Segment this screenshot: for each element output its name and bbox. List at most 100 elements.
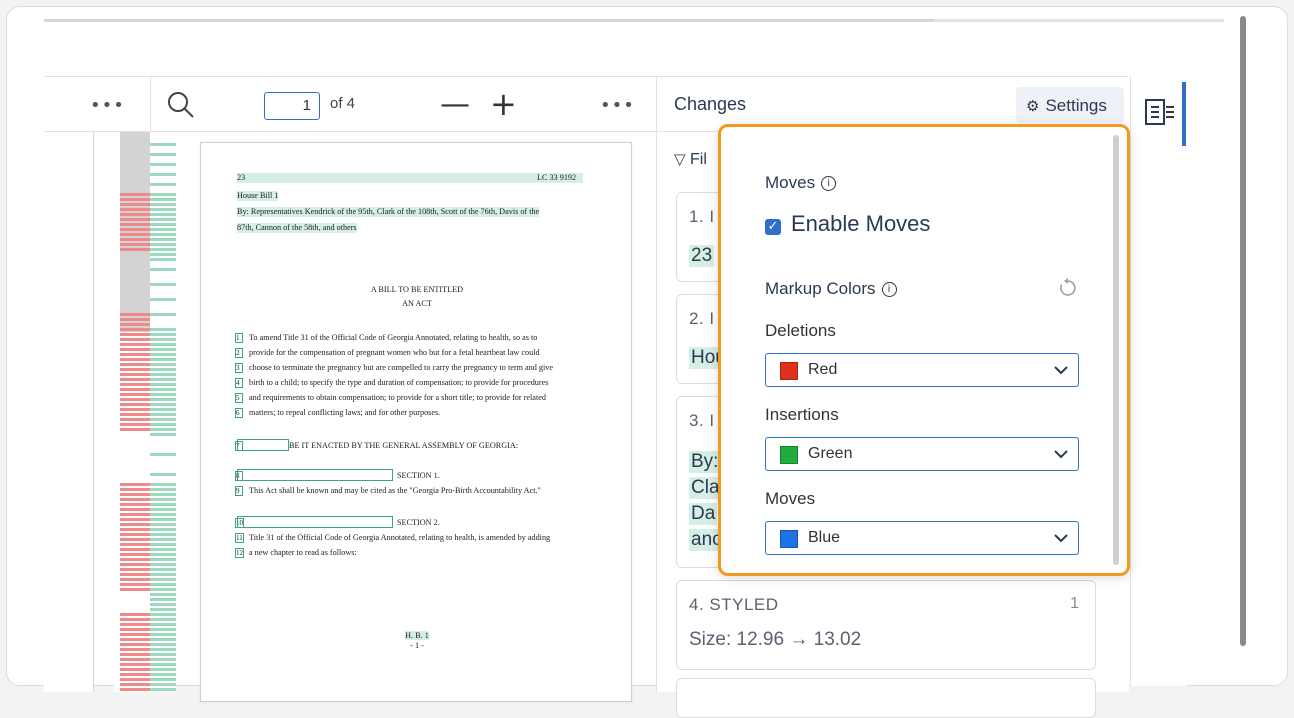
deletions-color-value: Red [808,361,838,378]
minimap-deletion-mark [120,218,150,221]
moves-heading-text: Moves [765,173,816,192]
minimap-insertion-mark [150,218,176,221]
minimap-deletion-mark [120,683,150,686]
document-page: 23 LC 33 9192 House Bill 1 By: Representati… [200,142,632,702]
document-line: choose to terminate the pregnancy but ar… [249,363,553,372]
minimap-insertion-mark [150,353,176,356]
minimap-deletion-mark [120,658,150,661]
minimap-insertion-mark [150,368,176,371]
minimap-deletion-mark [120,338,150,341]
minimap-deletion-mark [120,538,150,541]
change-list-icon[interactable] [1143,96,1177,130]
minimap-insertion-mark [150,388,176,391]
minimap-insertion-mark [150,493,176,496]
more-options-right-button[interactable]: ••• [600,95,635,116]
minimap-insertion-mark [150,398,176,401]
line-number: 1 [235,333,243,343]
search-icon[interactable] [166,90,196,120]
minimap-insertion-mark [150,608,176,611]
chevron-down-icon [1054,534,1068,543]
minimap-deletion-mark [120,618,150,621]
filter-button[interactable]: ▽ Fil [674,150,707,169]
rail-active-indicator [1182,82,1186,146]
minimap-deletion-mark [120,533,150,536]
minimap-deletion-mark [120,668,150,671]
line-number: 2 [235,348,243,358]
minimap-insertion-mark [150,573,176,576]
thumbnail-pane [44,132,94,692]
document-line: and requirements to obtain compensation;… [249,393,546,402]
minimap-deletion-mark [120,348,150,351]
minimap-insertion-mark [150,498,176,501]
change-card-body-line: Da [689,503,718,525]
insertions-color-select[interactable]: Green [765,437,1079,471]
minimap-deletion-mark [120,503,150,506]
minimap-insertion-mark [150,633,176,636]
minimap-deletion-mark [120,483,150,486]
minimap-insertion-mark [150,148,176,151]
minimap-deletion-mark [120,203,150,206]
minimap-deletion-mark [120,513,150,516]
minimap-deletion-mark [120,393,150,396]
minimap-deletion-mark [120,678,150,681]
deletions-color-select[interactable]: Red [765,353,1079,387]
enable-moves-row[interactable]: ✓ Enable Moves [765,211,930,237]
minimap-insertion-mark [150,653,176,656]
change-card-body: 23 [689,245,715,267]
minimap-insertion-mark [150,518,176,521]
minimap-insertion-mark [150,483,176,486]
minimap-insertion-mark [150,328,176,331]
minimap-deletion-mark [120,288,150,291]
minimap-deletion-mark [120,223,150,226]
more-options-left-button[interactable]: ••• [90,95,125,116]
minimap-deletion-mark [120,653,150,656]
minimap-insertion-mark [150,178,176,181]
document-line: To amend Title 31 of the Official Code o… [249,333,538,342]
document-line: A BILL TO BE ENTITLED [370,285,464,294]
document-line: House Bill 1 [237,191,279,201]
minimap-insertion-mark [150,278,176,281]
minimap-deletion-mark [120,663,150,666]
zoom-in-button[interactable]: + [490,85,517,123]
minimap-deletion-mark [120,498,150,501]
minimap-deletion-mark [120,613,150,616]
minimap-deletion-mark [120,283,150,286]
minimap-deletion-mark [120,643,150,646]
minimap-insertion-mark [150,638,176,641]
moves-color-select[interactable]: Blue [765,521,1079,555]
settings-button[interactable]: ⚙ Settings [1016,87,1124,123]
reset-colors-icon[interactable] [1057,277,1079,299]
info-icon[interactable]: i [821,176,837,191]
minimap-insertion-mark [150,208,176,211]
gear-icon: ⚙ [1026,97,1040,115]
minimap-insertion-mark [150,403,176,406]
minimap-insertion-mark [150,308,176,311]
page-scrollbar[interactable] [1240,16,1246,646]
page-number-input[interactable]: 1 [264,92,320,120]
document-line: a new chapter to read as follows: [249,548,357,557]
minimap-deletion-mark [120,523,150,526]
enable-moves-checkbox[interactable]: ✓ [765,219,781,235]
info-icon[interactable]: i [881,282,897,297]
minimap-insertion-mark [150,613,176,616]
change-card-title: 4. STYLED [689,595,779,614]
minimap-insertion-mark [150,563,176,566]
change-card[interactable] [676,678,1096,718]
change-minimap[interactable] [114,132,176,692]
zoom-out-button[interactable]: — [440,87,470,122]
move-marker [237,469,393,481]
minimap-deletion-mark [120,208,150,211]
minimap-deletion-mark [120,163,150,166]
insertions-color-swatch [780,446,798,464]
move-marker [237,439,289,451]
popup-scrollbar[interactable] [1113,135,1119,565]
minimap-deletion-mark [120,518,150,521]
minimap-deletion-mark [120,358,150,361]
minimap-deletion-mark [120,228,150,231]
minimap-deletion-mark [120,328,150,331]
minimap-deletion-mark [120,508,150,511]
document-line: - 1 - [410,641,424,650]
minimap-deletion-mark [120,623,150,626]
markup-colors-heading-text: Markup Colors [765,279,876,298]
change-card[interactable]: 4. STYLED 1 Size: 12.96 → 13.02 [676,580,1096,670]
